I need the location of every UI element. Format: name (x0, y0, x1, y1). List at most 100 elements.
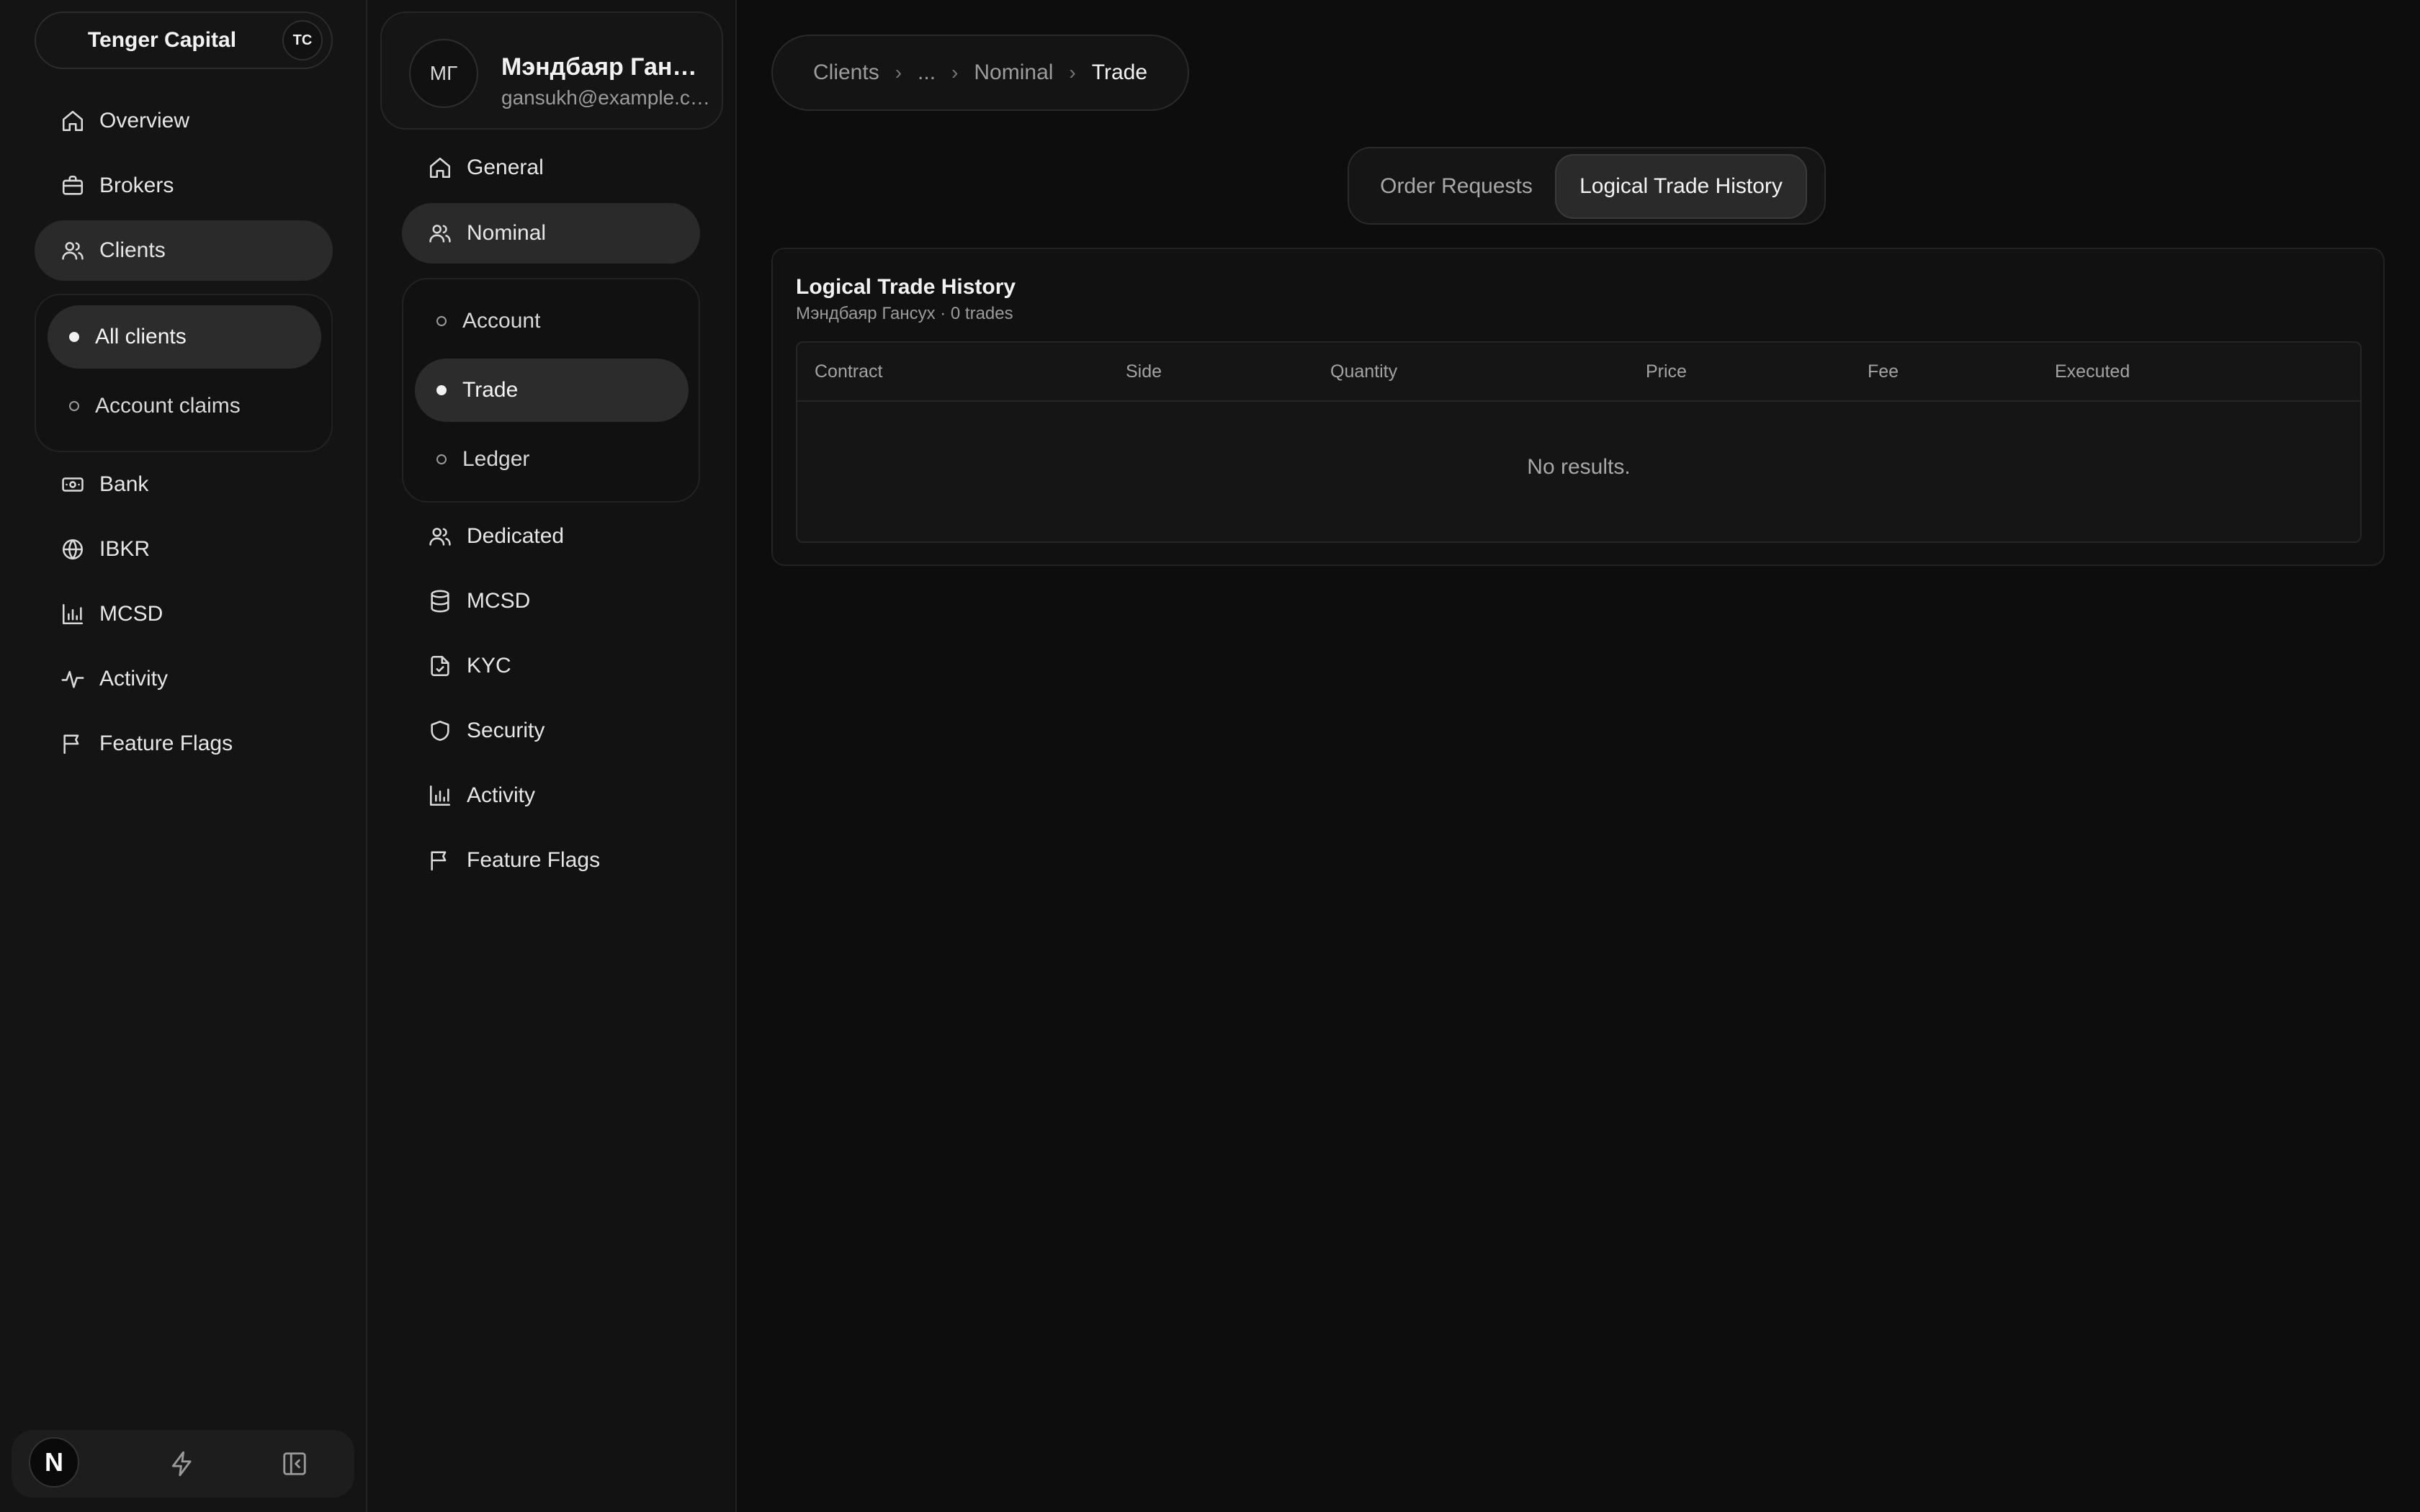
chevron-right-icon: › (951, 61, 959, 84)
client-nav-general[interactable]: General (402, 138, 700, 198)
breadcrumb-current: Trade (1091, 60, 1148, 84)
flag-icon (60, 732, 85, 756)
collapse-sidebar-icon[interactable] (281, 1450, 308, 1477)
breadcrumb: Clients › ... › Nominal › Trade (771, 35, 1190, 111)
sidebar-item-overview[interactable]: Overview (35, 91, 333, 151)
chevron-right-icon: › (1069, 61, 1076, 84)
column-header-price[interactable]: Price (1646, 361, 1687, 382)
sidebar-item-mcsd[interactable]: MCSD (35, 584, 333, 644)
subnav-item-label: Ledger (462, 447, 530, 471)
trades-table: Contract Side Quantity Price Fee Execute… (796, 341, 2362, 543)
chevron-right-icon: › (895, 61, 902, 84)
flag-icon (428, 848, 452, 873)
subnav-item-label: Trade (462, 378, 519, 402)
bar-chart-icon (60, 602, 85, 626)
client-nav-label: MCSD (467, 589, 531, 613)
users-icon (428, 221, 452, 246)
trade-history-panel: Logical Trade History Мэндбаяр Гансух · … (771, 248, 2385, 566)
client-nav-nominal[interactable]: Nominal (402, 203, 700, 264)
subnav-item-account-claims[interactable]: Account claims (48, 374, 321, 438)
database-icon (428, 589, 452, 613)
brand-name: Tenger Capital (87, 28, 237, 52)
client-nav-label: General (467, 156, 544, 179)
client-nav-activity[interactable]: Activity (402, 765, 700, 826)
app-root: Tenger Capital TC Overview Brokers Clien… (0, 0, 2420, 1512)
activity-icon (60, 667, 85, 691)
column-header-executed[interactable]: Executed (2055, 361, 2130, 382)
client-nav-label: Nominal (467, 221, 547, 245)
client-nav-label: Activity (467, 783, 536, 807)
client-card[interactable]: МГ Мэндбаяр Гансух gansukh@example.com (380, 12, 723, 130)
sidebar-item-ibkr[interactable]: IBKR (35, 519, 333, 580)
client-name: Мэндбаяр Гансух (501, 53, 710, 81)
banknote-icon (60, 472, 85, 497)
main-content: Clients › ... › Nominal › Trade Order Re… (737, 0, 2420, 1512)
sidebar-item-label: IBKR (99, 537, 151, 561)
sidebar-footer: N (12, 1430, 354, 1498)
file-check-icon (428, 654, 452, 678)
column-header-quantity[interactable]: Quantity (1330, 361, 1397, 382)
panel-title: Logical Trade History (796, 275, 1016, 299)
client-nav-label: KYC (467, 654, 511, 678)
client-nav-label: Feature Flags (467, 848, 601, 872)
tab-order-requests[interactable]: Order Requests (1355, 154, 1558, 219)
sidebar-item-label: Activity (99, 667, 169, 690)
home-icon (428, 156, 452, 180)
breadcrumb-ellipsis[interactable]: ... (918, 60, 936, 85)
active-dot-icon (69, 332, 79, 342)
subnav-item-ledger[interactable]: Ledger (415, 428, 689, 491)
sidebar-item-label: Brokers (99, 174, 174, 197)
client-nav-kyc[interactable]: KYC (402, 636, 700, 696)
briefcase-icon (60, 174, 85, 198)
brand-badge: TC (282, 20, 323, 60)
view-tabs: Order Requests Logical Trade History (1348, 147, 1826, 225)
avatar: МГ (409, 39, 478, 108)
subnav-item-label: Account claims (95, 394, 241, 418)
sidebar-item-label: Clients (99, 238, 166, 262)
lightning-icon[interactable] (169, 1450, 196, 1477)
sidebar-item-bank[interactable]: Bank (35, 454, 333, 515)
sidebar-item-label: Bank (99, 472, 149, 496)
sidebar-item-brokers[interactable]: Brokers (35, 156, 333, 216)
breadcrumb-nominal[interactable]: Nominal (974, 60, 1053, 85)
subnav-item-label: All clients (95, 325, 187, 348)
column-header-side[interactable]: Side (1126, 361, 1162, 382)
sidebar-item-feature-flags[interactable]: Feature Flags (35, 714, 333, 774)
empty-state-text: No results. (1527, 455, 1631, 479)
sidebar-item-activity[interactable]: Activity (35, 649, 333, 709)
inactive-dot-icon (436, 316, 447, 326)
sidebar-item-label: MCSD (99, 602, 163, 626)
column-header-contract[interactable]: Contract (815, 361, 882, 382)
client-nav-mcsd[interactable]: MCSD (402, 571, 700, 631)
bar-chart-icon (428, 783, 452, 808)
home-icon (60, 109, 85, 133)
main-sidebar: Tenger Capital TC Overview Brokers Clien… (0, 0, 367, 1512)
n-logo-button[interactable]: N (29, 1437, 79, 1488)
sidebar-item-label: Overview (99, 109, 190, 132)
subnav-item-label: Account (462, 309, 541, 333)
breadcrumb-clients[interactable]: Clients (813, 60, 879, 85)
sidebar-item-clients[interactable]: Clients (35, 220, 333, 281)
clients-subnav: All clients Account claims (35, 294, 333, 452)
subnav-item-trade[interactable]: Trade (415, 359, 689, 422)
brand-switcher[interactable]: Tenger Capital TC (35, 12, 333, 69)
client-nav-label: Dedicated (467, 524, 565, 548)
client-nav-dedicated[interactable]: Dedicated (402, 506, 700, 567)
users-icon (60, 238, 85, 263)
shield-icon (428, 719, 452, 743)
globe-icon (60, 537, 85, 562)
client-email: gansukh@example.com (501, 86, 710, 109)
table-header: Contract Side Quantity Price Fee Execute… (797, 343, 2360, 402)
inactive-dot-icon (436, 454, 447, 464)
subnav-item-all-clients[interactable]: All clients (48, 305, 321, 369)
column-header-fee[interactable]: Fee (1868, 361, 1899, 382)
tab-logical-trade-history[interactable]: Logical Trade History (1555, 154, 1807, 219)
users-icon (428, 524, 452, 549)
panel-subtitle: Мэндбаяр Гансух · 0 trades (796, 304, 1013, 323)
client-sidebar: МГ Мэндбаяр Гансух gansukh@example.com G… (367, 0, 737, 1512)
client-nav-security[interactable]: Security (402, 701, 700, 761)
client-nav-feature-flags[interactable]: Feature Flags (402, 830, 700, 891)
subnav-item-account[interactable]: Account (415, 289, 689, 353)
sidebar-item-label: Feature Flags (99, 732, 233, 755)
active-dot-icon (436, 385, 447, 395)
